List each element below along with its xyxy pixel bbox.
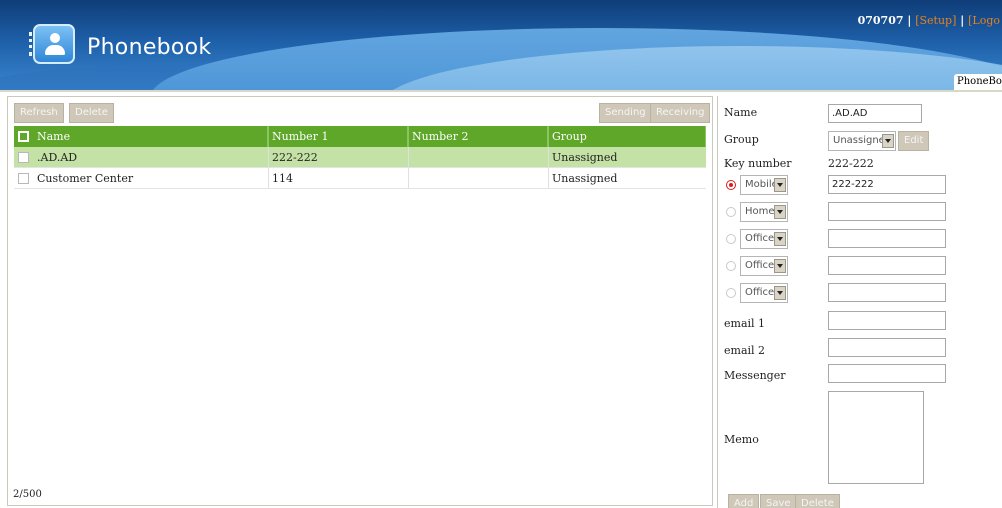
phone-number-input[interactable] — [828, 256, 946, 275]
key-number-value: 222-222 — [828, 157, 874, 170]
contact-number2 — [408, 168, 548, 189]
delete-contact-button[interactable]: Delete — [795, 494, 840, 508]
name-label: Name — [724, 106, 758, 119]
setup-link[interactable]: [Setup] — [915, 14, 956, 27]
save-button[interactable]: Save — [760, 494, 797, 508]
phone-type-select[interactable]: Office — [740, 283, 788, 303]
row-checkbox[interactable] — [18, 152, 29, 163]
refresh-button[interactable]: Refresh — [14, 103, 64, 123]
app-header: Phonebook 070707 | [Setup] | [Logo Phone… — [0, 0, 1002, 90]
phone-radio[interactable] — [726, 234, 736, 244]
chevron-down-icon — [882, 134, 894, 148]
email2-label: email 2 — [724, 344, 766, 357]
phone-number-input[interactable] — [828, 202, 946, 221]
row-checkbox[interactable] — [18, 173, 29, 184]
phone-type-select[interactable]: Office — [740, 229, 788, 249]
contact-count: 2/500 — [13, 489, 42, 500]
column-header-number1[interactable]: Number 1 — [268, 126, 408, 147]
contact-table: Name Number 1 Number 2 Group .AD.AD 222-… — [14, 126, 706, 189]
contact-number1: 222-222 — [268, 147, 408, 168]
messenger-input[interactable] — [828, 364, 946, 383]
header-divider — [0, 90, 1002, 92]
column-header-group[interactable]: Group — [548, 126, 706, 147]
column-header-number2[interactable]: Number 2 — [408, 126, 548, 147]
contact-name: Customer Center — [37, 172, 134, 185]
table-header-row: Name Number 1 Number 2 Group — [14, 126, 706, 147]
book-rings-icon — [29, 32, 37, 56]
top-links: 070707 | [Setup] | [Logo — [858, 14, 1000, 27]
phone-type-select[interactable]: Mobile — [740, 175, 788, 195]
app-title: Phonebook — [87, 35, 212, 60]
contact-number1: 114 — [268, 168, 408, 189]
phone-radio[interactable] — [726, 261, 736, 271]
email2-input[interactable] — [828, 338, 946, 357]
chevron-down-icon — [774, 286, 786, 300]
separator: | — [907, 14, 912, 27]
phone-type-value: Office — [745, 287, 775, 298]
separator: | — [960, 14, 965, 27]
phone-type-value: Office — [745, 233, 775, 244]
group-label: Group — [724, 133, 759, 146]
email1-label: email 1 — [724, 317, 766, 330]
phone-type-select[interactable]: Office — [740, 256, 788, 276]
column-header-name[interactable]: Name — [34, 126, 268, 147]
logout-link[interactable]: [Logo — [968, 14, 1000, 27]
email1-input[interactable] — [828, 311, 946, 330]
phone-radio[interactable] — [726, 207, 736, 217]
chevron-down-icon — [774, 205, 786, 219]
memo-label: Memo — [724, 433, 759, 446]
phone-type-value: Home — [745, 206, 775, 217]
tab-phonebook[interactable]: PhoneBoo — [954, 74, 1002, 90]
contact-number2 — [408, 147, 548, 168]
chevron-down-icon — [774, 259, 786, 273]
chevron-down-icon — [774, 232, 786, 246]
memo-textarea[interactable] — [828, 391, 924, 484]
add-button[interactable]: Add — [728, 494, 760, 508]
contact-group: Unassigned — [548, 147, 706, 168]
contact-detail-panel: Name .AD.AD Group Unassigned Edit Key nu… — [717, 96, 1002, 508]
phone-type-value: Office — [745, 260, 775, 271]
edit-group-button[interactable]: Edit — [898, 131, 930, 151]
phone-type-select[interactable]: Home — [740, 202, 788, 222]
phone-type-value: Mobile — [745, 179, 778, 190]
receiving-button[interactable]: Receiving — [650, 103, 711, 123]
phone-radio[interactable] — [726, 288, 736, 298]
phone-number-input[interactable] — [828, 229, 946, 248]
phone-number-input[interactable]: 222-222 — [828, 175, 946, 194]
phonebook-logo-icon — [29, 24, 75, 64]
delete-button[interactable]: Delete — [69, 103, 114, 123]
chevron-down-icon — [774, 178, 786, 192]
person-icon — [50, 33, 60, 43]
contact-list-panel: Refresh Delete Sending Receiving Name Nu… — [7, 96, 713, 506]
table-row[interactable]: Customer Center 114 Unassigned — [14, 168, 706, 189]
phone-radio[interactable] — [726, 180, 736, 190]
group-select[interactable]: Unassigned — [828, 131, 896, 151]
person-icon — [45, 45, 65, 55]
name-input[interactable]: .AD.AD — [828, 104, 922, 123]
phone-number-input[interactable] — [828, 283, 946, 302]
user-id: 070707 — [857, 14, 904, 27]
select-all-checkbox[interactable] — [18, 131, 29, 142]
table-row[interactable]: .AD.AD 222-222 Unassigned — [14, 147, 706, 168]
contact-group: Unassigned — [548, 168, 706, 189]
messenger-label: Messenger — [724, 369, 786, 382]
contact-name: .AD.AD — [37, 151, 78, 164]
key-number-label: Key number — [724, 157, 792, 170]
sending-button[interactable]: Sending — [599, 103, 652, 123]
